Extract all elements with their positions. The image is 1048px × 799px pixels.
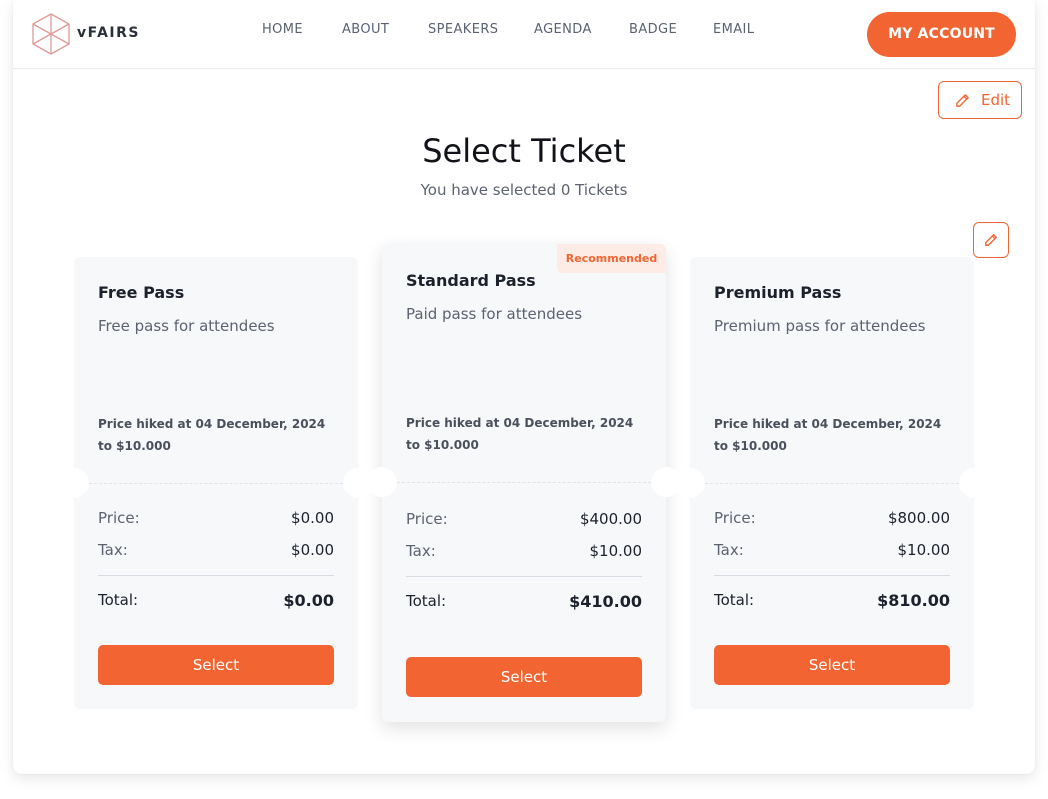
price-hike-note: Price hiked at 04 December, 2024 to $10.… xyxy=(98,417,326,453)
tax-value: $10.00 xyxy=(897,541,951,559)
divider xyxy=(98,575,334,576)
ticket-name: Standard Pass xyxy=(406,271,536,290)
price-hike-note: Price hiked at 04 December, 2024 to $10.… xyxy=(714,417,942,453)
select-button[interactable]: Select xyxy=(406,657,642,697)
tax-label: Tax: xyxy=(406,542,436,560)
price-hike-note: Price hiked at 04 December, 2024 to $10.… xyxy=(406,416,634,452)
ticket-notch xyxy=(675,468,705,498)
nav-item-home[interactable]: HOME xyxy=(262,22,303,37)
total-label: Total: xyxy=(406,592,447,610)
edit-button[interactable]: Edit xyxy=(938,81,1022,119)
hexagon-cube-icon[interactable] xyxy=(31,13,71,55)
total-label: Total: xyxy=(714,591,755,609)
total-label: Total: xyxy=(98,591,139,609)
nav-item-email[interactable]: EMAIL xyxy=(713,22,754,37)
price-label: Price: xyxy=(406,510,448,528)
total-value: $410.00 xyxy=(569,592,642,611)
page-title: Select Ticket xyxy=(422,132,626,170)
price-label: Price: xyxy=(98,509,140,527)
price-value: $0.00 xyxy=(291,509,334,527)
total-value: $0.00 xyxy=(283,591,334,610)
ticket-description: Free pass for attendees xyxy=(98,317,275,335)
nav-item-badge[interactable]: BADGE xyxy=(629,22,677,37)
ticket-card-standard: Recommended Standard Pass Paid pass for … xyxy=(382,244,666,722)
app-frame: vFAIRS HOME ABOUT SPEAKERS AGENDA BADGE … xyxy=(13,0,1035,774)
tax-value: $10.00 xyxy=(589,542,643,560)
ticket-notch xyxy=(59,468,89,498)
tax-value: $0.00 xyxy=(291,541,334,559)
pencil-icon xyxy=(956,94,969,107)
my-account-button[interactable]: MY ACCOUNT xyxy=(867,12,1016,57)
edit-label: Edit xyxy=(981,91,1011,109)
total-value: $810.00 xyxy=(877,591,950,610)
ticket-description: Paid pass for attendees xyxy=(406,305,583,323)
tax-label: Tax: xyxy=(98,541,128,559)
ticket-card-free: Free Pass Free pass for attendees Price … xyxy=(74,257,358,709)
ticket-perforation xyxy=(74,483,358,484)
tax-label: Tax: xyxy=(714,541,744,559)
ticket-notch xyxy=(959,468,989,498)
top-navbar: vFAIRS HOME ABOUT SPEAKERS AGENDA BADGE … xyxy=(13,0,1035,69)
ticket-card-premium: Premium Pass Premium pass for attendees … xyxy=(690,257,974,709)
ticket-description: Premium pass for attendees xyxy=(714,317,926,335)
divider xyxy=(714,575,950,576)
divider xyxy=(406,576,642,577)
edit-tickets-button[interactable] xyxy=(973,222,1009,258)
nav-item-agenda[interactable]: AGENDA xyxy=(534,22,592,37)
nav-item-about[interactable]: ABOUT xyxy=(342,22,389,37)
ticket-name: Premium Pass xyxy=(714,283,842,302)
ticket-perforation xyxy=(382,482,666,483)
nav-item-speakers[interactable]: SPEAKERS xyxy=(428,22,498,37)
recommended-badge: Recommended xyxy=(557,244,666,273)
price-value: $400.00 xyxy=(579,510,642,528)
ticket-name: Free Pass xyxy=(98,283,185,302)
pencil-icon xyxy=(985,234,997,246)
select-button[interactable]: Select xyxy=(98,645,334,685)
price-value: $800.00 xyxy=(887,509,950,527)
ticket-perforation xyxy=(690,483,974,484)
selection-summary: You have selected 0 Tickets xyxy=(420,181,628,199)
price-label: Price: xyxy=(714,509,756,527)
ticket-notch xyxy=(367,467,397,497)
select-button[interactable]: Select xyxy=(714,645,950,685)
brand-name: vFAIRS xyxy=(77,25,140,41)
